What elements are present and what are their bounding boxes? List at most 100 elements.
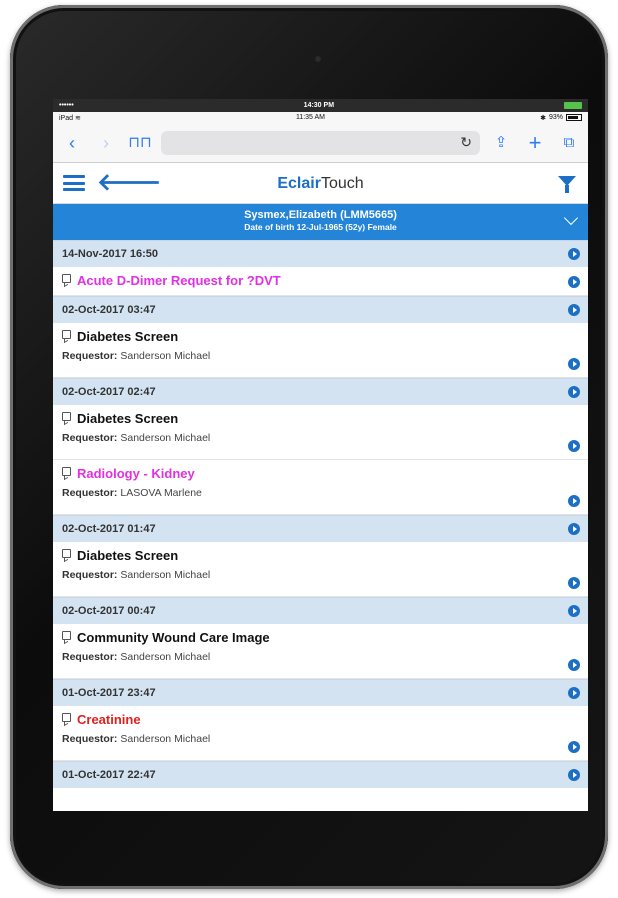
group-date: 02-Oct-2017 01:47 <box>62 523 156 535</box>
patient-name: Sysmex,Elizabeth (LMM5665) <box>244 209 397 221</box>
comment-icon <box>62 274 71 283</box>
group-date: 01-Oct-2017 22:47 <box>62 769 156 781</box>
date-group-header[interactable]: 02-Oct-2017 00:47 <box>53 597 588 624</box>
requestor-label: Requestor: <box>62 733 118 745</box>
item-title-row: Acute D-Dimer Request for ?DVT <box>62 273 579 288</box>
app-header: 🡐 EclairTouch <box>53 163 588 204</box>
date-group-header[interactable]: 14-Nov-2017 16:50 <box>53 240 588 267</box>
list-item[interactable]: Diabetes Screen Requestor: Sanderson Mich… <box>53 542 588 597</box>
navigate-arrow-icon[interactable] <box>568 605 580 617</box>
front-camera <box>314 55 322 63</box>
requestor-label: Requestor: <box>62 651 118 663</box>
item-title: Radiology - Kidney <box>77 466 195 481</box>
patient-dob: Date of birth 12-Jul-1965 (52y) Female <box>244 222 397 232</box>
navigate-arrow-icon[interactable] <box>568 304 580 316</box>
safari-toolbar: ‹ › ⊓⊓ ↻ ⇪ + ⧉ <box>53 123 588 163</box>
item-title-row: Radiology - Kidney <box>62 466 579 481</box>
tabs-icon[interactable]: ⧉ <box>556 123 582 163</box>
address-bar[interactable]: ↻ <box>161 130 480 155</box>
item-title: Community Wound Care Image <box>77 630 270 645</box>
requestor-name: LASOVA Marlene <box>120 487 202 499</box>
patient-banner[interactable]: Sysmex,Elizabeth (LMM5665) Date of birth… <box>53 204 588 240</box>
comment-icon <box>62 713 71 722</box>
requestor-name: Sanderson Michael <box>120 350 211 362</box>
item-title: Diabetes Screen <box>77 329 179 344</box>
group-date: 14-Nov-2017 16:50 <box>62 248 159 260</box>
date-group-header[interactable]: 01-Oct-2017 22:47 <box>53 761 588 788</box>
reload-icon[interactable]: ↻ <box>460 134 472 151</box>
date-group-header[interactable]: 02-Oct-2017 02:47 <box>53 378 588 405</box>
tablet-frame: •••••• 14:30 PM iPad ≋ 11:35 AM ✱ 93% ‹ … <box>10 5 608 889</box>
ios-time: 11:35 AM <box>295 114 325 121</box>
request-list: 14-Nov-2017 16:50 Acute D-Dimer Request f… <box>53 240 588 788</box>
group-date: 02-Oct-2017 03:47 <box>62 304 156 316</box>
item-title-row: Community Wound Care Image <box>62 630 579 645</box>
list-item[interactable]: Community Wound Care Image Requestor: San… <box>53 624 588 679</box>
item-requestor: Requestor: LASOVA Marlene <box>62 487 579 499</box>
ios-battery: ✱ 93% <box>540 114 582 122</box>
navigate-arrow-icon[interactable] <box>568 495 580 507</box>
requestor-label: Requestor: <box>62 487 118 499</box>
device-label: iPad ≋ <box>59 114 81 122</box>
app-title-brand: Eclair <box>277 175 321 192</box>
navigate-arrow-icon[interactable] <box>568 769 580 781</box>
item-title: Diabetes Screen <box>77 548 179 563</box>
forward-icon[interactable]: › <box>93 123 119 163</box>
group-date: 01-Oct-2017 23:47 <box>62 687 156 699</box>
item-title-row: Diabetes Screen <box>62 329 579 344</box>
ios-status-bar: iPad ≋ 11:35 AM ✱ 93% <box>53 112 588 123</box>
app-title: EclairTouch <box>53 175 588 193</box>
system-status-bar: •••••• 14:30 PM <box>53 99 588 112</box>
date-group-header[interactable]: 02-Oct-2017 03:47 <box>53 296 588 323</box>
list-item[interactable]: Radiology - Kidney Requestor: LASOVA Marl… <box>53 460 588 515</box>
navigate-arrow-icon[interactable] <box>568 440 580 452</box>
navigate-arrow-icon[interactable] <box>568 741 580 753</box>
item-title-row: Creatinine <box>62 712 579 727</box>
item-requestor: Requestor: Sanderson Michael <box>62 569 579 581</box>
comment-icon <box>62 412 71 421</box>
comment-icon <box>62 549 71 558</box>
navigate-arrow-icon[interactable] <box>568 523 580 535</box>
status-time: 14:30 PM <box>303 102 335 109</box>
wifi-icon: ≋ <box>74 114 81 122</box>
carrier-signal: •••••• <box>59 102 74 109</box>
comment-icon <box>62 467 71 476</box>
list-item[interactable]: Creatinine Requestor: Sanderson Michael <box>53 706 588 761</box>
requestor-label: Requestor: <box>62 350 118 362</box>
bookmarks-icon[interactable]: ⊓⊓ <box>127 123 153 163</box>
navigate-arrow-icon[interactable] <box>568 577 580 589</box>
comment-icon <box>62 330 71 339</box>
navigate-arrow-icon[interactable] <box>568 248 580 260</box>
back-icon[interactable]: ‹ <box>59 123 85 163</box>
navigate-arrow-icon[interactable] <box>568 276 580 288</box>
date-group-header[interactable]: 02-Oct-2017 01:47 <box>53 515 588 542</box>
share-icon[interactable]: ⇪ <box>488 123 514 163</box>
item-title-row: Diabetes Screen <box>62 548 579 563</box>
item-title-row: Diabetes Screen <box>62 411 579 426</box>
list-item[interactable]: Diabetes Screen Requestor: Sanderson Mich… <box>53 405 588 460</box>
requestor-name: Sanderson Michael <box>120 733 211 745</box>
list-item[interactable]: Acute D-Dimer Request for ?DVT <box>53 267 588 296</box>
item-requestor: Requestor: Sanderson Michael <box>62 651 579 663</box>
battery-level-icon <box>565 114 582 121</box>
date-group-header[interactable]: 01-Oct-2017 23:47 <box>53 679 588 706</box>
item-requestor: Requestor: Sanderson Michael <box>62 432 579 444</box>
bluetooth-icon: ✱ <box>540 114 546 122</box>
navigate-arrow-icon[interactable] <box>568 386 580 398</box>
item-requestor: Requestor: Sanderson Michael <box>62 350 579 362</box>
item-title: Acute D-Dimer Request for ?DVT <box>77 273 281 288</box>
comment-icon <box>62 631 71 640</box>
navigate-arrow-icon[interactable] <box>568 659 580 671</box>
new-tab-icon[interactable]: + <box>522 123 548 163</box>
navigate-arrow-icon[interactable] <box>568 358 580 370</box>
list-item[interactable]: Diabetes Screen Requestor: Sanderson Mich… <box>53 323 588 378</box>
item-title: Diabetes Screen <box>77 411 179 426</box>
group-date: 02-Oct-2017 02:47 <box>62 386 156 398</box>
app-title-suffix: Touch <box>320 175 364 192</box>
item-title: Creatinine <box>77 712 141 727</box>
group-date: 02-Oct-2017 00:47 <box>62 605 156 617</box>
tablet-screen: •••••• 14:30 PM iPad ≋ 11:35 AM ✱ 93% ‹ … <box>53 99 588 811</box>
filter-icon[interactable] <box>558 176 576 193</box>
battery-icon <box>563 102 582 109</box>
navigate-arrow-icon[interactable] <box>568 687 580 699</box>
